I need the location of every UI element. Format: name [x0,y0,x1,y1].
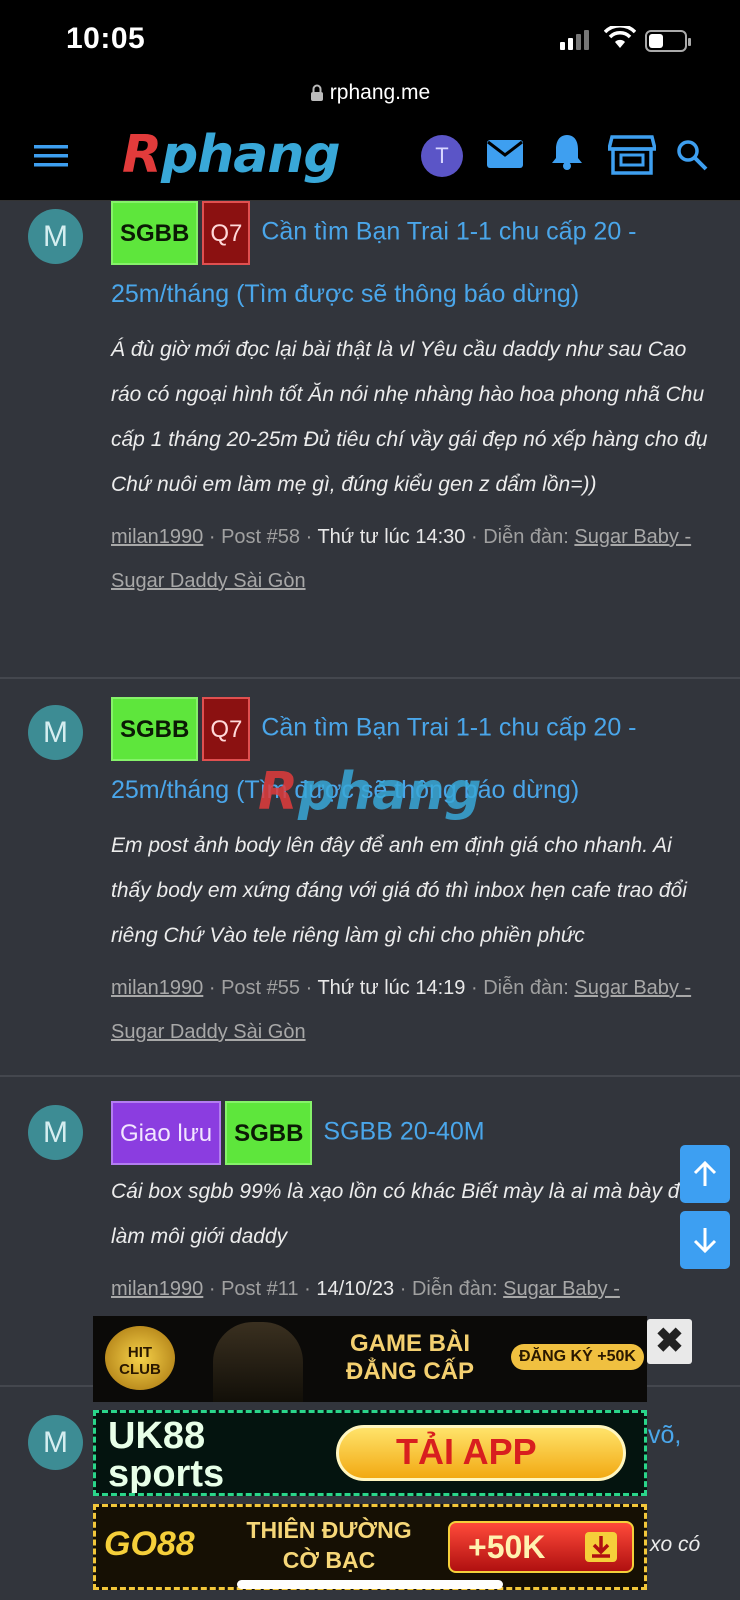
ad-banner-hitclub[interactable]: HIT CLUB GAME BÀI ĐẲNG CẤP ĐĂNG KÝ +50K [93,1316,647,1402]
ad-banner-uk88[interactable]: UK88 sports TẢI APP [93,1410,647,1496]
status-bar: 10:05 [0,0,740,70]
post-number[interactable]: Post #58 [221,526,300,548]
battery-icon [645,30,691,52]
ad-headline: GAME BÀI ĐẲNG CẤP [345,1330,474,1385]
post-number[interactable]: Post #55 [221,977,300,999]
arrow-up-icon [693,1160,717,1186]
search-icon[interactable] [676,139,708,171]
site-logo[interactable]: Rphang [122,125,341,185]
post-excerpt: Em post ảnh body lên đây để anh em định … [111,834,687,947]
user-avatar[interactable]: T [421,135,463,177]
ad-brand: HIT CLUB [119,1344,161,1378]
wifi-icon [604,26,636,48]
username-link[interactable]: milan1990 [111,526,203,548]
scroll-to-bottom-button[interactable] [680,1211,730,1269]
forum-label: Diễn đàn: [483,977,569,999]
ad-headline: THIÊN ĐƯỜNG CỜ BẠC [246,1517,412,1573]
cellular-signal-icon [560,30,589,50]
prefix-tag[interactable]: SGBB [111,697,199,761]
post-title-link[interactable]: võ, [648,1421,681,1450]
post-excerpt: xo có [650,1533,701,1556]
home-indicator [237,1580,503,1589]
download-icon [585,1532,617,1562]
avatar[interactable]: M [28,1105,83,1160]
avatar[interactable]: M [28,1415,83,1470]
hamburger-menu-icon[interactable] [34,143,68,169]
url-text: rphang.me [329,80,431,104]
avatar[interactable]: M [28,705,83,760]
ad-close-button[interactable]: ✖ [647,1319,692,1364]
list-item[interactable]: M SGBB Q7 Cần tìm Bạn Trai 1-1 chu cấp 20… [0,679,740,1077]
post-title[interactable]: SGBB Q7 Cần tìm Bạn Trai 1-1 chu cấp 20 -… [111,201,711,323]
mail-icon[interactable] [486,139,524,169]
post-excerpt: Á đù giờ mới đọc lại bài thật là vl Yêu … [111,338,708,496]
username-link[interactable]: milan1990 [111,977,203,999]
post-title[interactable]: Giao lưu SGBB SGBB 20-40M [111,1101,711,1165]
post-meta: milan1990 · Post #58 · Thứ tư lúc 14:30 … [111,526,692,592]
scroll-to-top-button[interactable] [680,1145,730,1203]
forum-label: Diễn đàn: [411,1278,498,1300]
post-number[interactable]: Post #11 [221,1278,298,1300]
logo-letter: R [122,125,162,185]
status-time: 10:05 [66,22,146,55]
post-date: Thứ tư lúc 14:19 [317,977,466,999]
avatar[interactable]: M [28,209,83,264]
watermark-word: phang [298,762,482,822]
post-meta: milan1990 · Post #55 · Thứ tư lúc 14:19 … [111,977,692,1043]
ad-cta: +50K [468,1529,546,1565]
post-date: 14/10/23 [316,1278,395,1300]
logo-word: phang [161,125,341,185]
prefix-tag[interactable]: SGBB [225,1101,313,1165]
prefix-tag[interactable]: Q7 [202,201,251,265]
post-title-link[interactable]: SGBB 20-40M [323,1118,484,1146]
ad-brand: UK88 sports [108,1415,225,1495]
list-item[interactable]: M SGBB Q7 Cần tìm Bạn Trai 1-1 chu cấp 20… [0,201,740,679]
ad-cta: TẢI APP [396,1431,537,1472]
prefix-tag[interactable]: Giao lưu [111,1101,222,1165]
ad-cta: ĐĂNG KÝ +50K [511,1344,644,1370]
bell-icon[interactable] [550,133,584,171]
username-link[interactable]: milan1990 [111,1278,203,1300]
store-icon[interactable] [608,133,656,175]
post-meta: milan1990 · Post #11 · 14/10/23 · Diễn đ… [111,1278,620,1300]
post-date: Thứ tư lúc 14:30 [317,526,466,548]
lock-icon [310,84,323,101]
prefix-tag[interactable]: SGBB [111,201,199,265]
ad-brand: GO88 [104,1525,195,1563]
site-header: Rphang T [0,115,740,201]
prefix-tag[interactable]: Q7 [202,697,251,761]
post-excerpt: Cái box sgbb 99% là xạo lồn có khác Biết… [111,1180,697,1248]
arrow-down-icon [693,1228,717,1254]
watermark-letter: R [258,762,299,822]
forum-label: Diễn đàn: [483,526,569,548]
forum-link[interactable]: Sugar Baby - [503,1278,620,1300]
ad-banner-go88[interactable]: GO88 THIÊN ĐƯỜNG CỜ BẠC +50K [93,1504,647,1590]
site-watermark: Rphang [258,762,482,822]
address-bar[interactable]: rphang.me [0,70,740,115]
